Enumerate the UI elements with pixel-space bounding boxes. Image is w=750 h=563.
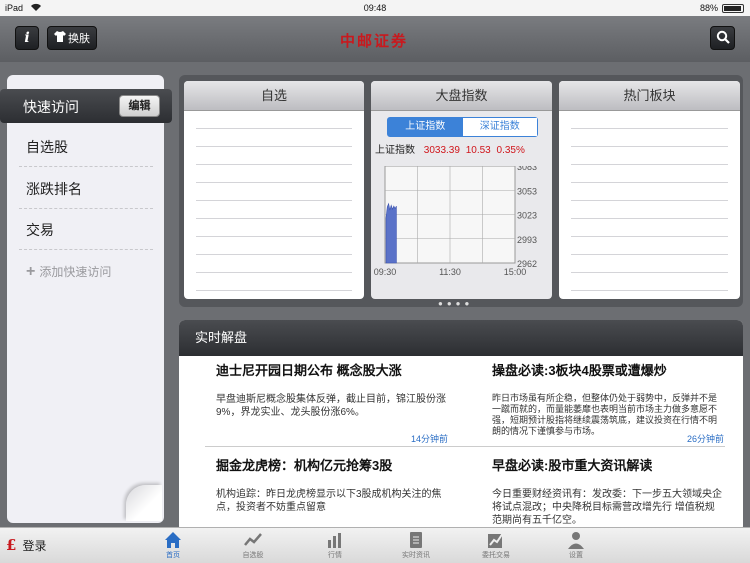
watchlist-card[interactable]: 自选 bbox=[184, 81, 364, 299]
index-card: 大盘指数 上证指数 深证指数 上证指数 3033.39 10.53 0.35% … bbox=[371, 81, 552, 299]
login-label: 登录 bbox=[22, 538, 47, 553]
chart-series-area bbox=[385, 202, 397, 264]
tab-label: 委托交易 bbox=[482, 552, 510, 559]
info-icon: i bbox=[24, 30, 30, 46]
tab-trade[interactable]: 委托交易 bbox=[466, 530, 526, 562]
add-quick-access-button[interactable]: + 添加快速访问 bbox=[19, 252, 153, 292]
bar-chart-icon bbox=[305, 530, 365, 550]
hot-sectors-rows bbox=[571, 111, 728, 299]
tab-market[interactable]: 行情 bbox=[305, 530, 365, 562]
watchlist-card-title: 自选 bbox=[184, 81, 364, 111]
skin-label: 换肤 bbox=[68, 33, 90, 45]
login-button[interactable]: £ 登录 bbox=[6, 536, 46, 554]
home-icon bbox=[143, 530, 203, 550]
search-icon bbox=[716, 30, 730, 47]
chart-y-tick: 3023 bbox=[517, 211, 537, 221]
logo-icon: £ bbox=[6, 536, 17, 554]
tab-label: 行情 bbox=[328, 552, 342, 559]
quick-access-item-ranking[interactable]: 涨跌排名 bbox=[19, 169, 153, 209]
page-curl[interactable] bbox=[126, 485, 162, 521]
battery-percent: 88% bbox=[699, 3, 718, 13]
app-logo: 中邮证券 bbox=[339, 30, 409, 56]
chart-y-tick: 2993 bbox=[517, 235, 537, 245]
news-title: 迪士尼开园日期公布 概念股大涨 bbox=[216, 363, 402, 378]
bottom-tab-bar: £ 登录 首页 自选股 行情 实时资讯 委托交易 设置 bbox=[0, 527, 750, 563]
hot-sectors-card[interactable]: 热门板块 bbox=[559, 81, 740, 299]
tab-news[interactable]: 实时资讯 bbox=[386, 530, 446, 562]
news-time: 14分钟前 bbox=[410, 434, 448, 444]
index-quote: 上证指数 3033.39 10.53 0.35% bbox=[375, 141, 525, 156]
chart-x-tick: 11:30 bbox=[439, 267, 461, 277]
status-bar: iPad 09:48 88% bbox=[0, 0, 750, 16]
news-item[interactable]: 早盘必读:股市重大资讯解读 今日重要财经资讯有：发改委：下一步五大领域央企将试点… bbox=[492, 455, 724, 527]
index-card-title: 大盘指数 bbox=[371, 81, 552, 111]
news-summary: 昨日市场虽有所企稳，但整体仍处于弱势中，反弹并不是一蹴而就的，而量能萎靡也表明当… bbox=[492, 393, 718, 436]
index-name: 上证指数 bbox=[375, 145, 415, 156]
news-item[interactable]: 迪士尼开园日期公布 概念股大涨 早盘迪斯尼概念股集体反弹，截止目前，锦江股份涨9… bbox=[216, 360, 456, 419]
plus-icon: + bbox=[26, 263, 36, 280]
trade-chart-icon bbox=[466, 530, 526, 550]
index-change-pct: 0.35% bbox=[496, 145, 525, 156]
tab-shanghai-index[interactable]: 上证指数 bbox=[388, 118, 463, 136]
watchlist-rows bbox=[196, 111, 352, 299]
hot-sectors-card-title: 热门板块 bbox=[559, 81, 740, 111]
logo-text: 中邮证券 bbox=[339, 32, 408, 50]
search-button[interactable] bbox=[710, 26, 735, 50]
quick-access-panel: 快速访问 编辑 自选股 涨跌排名 交易 + 添加快速访问 bbox=[0, 75, 172, 523]
quick-access-header: 快速访问 编辑 bbox=[0, 89, 172, 123]
tab-shenzhen-index[interactable]: 深证指数 bbox=[462, 118, 537, 136]
index-chart[interactable]: 3083305330232993296209:30 11:30 15:00 bbox=[371, 166, 552, 286]
document-icon bbox=[386, 530, 446, 550]
news-divider bbox=[205, 446, 725, 447]
tab-label: 实时资讯 bbox=[402, 552, 430, 559]
chart-x-tick: 15:00 bbox=[504, 267, 527, 277]
news-time: 26分钟前 bbox=[686, 434, 724, 444]
news-title: 早盘必读:股市重大资讯解读 bbox=[492, 458, 653, 473]
page-indicator[interactable]: ●●●● bbox=[438, 299, 473, 308]
news-summary: 机构追踪：昨日龙虎榜显示以下3股成机构关注的焦点，投资者不妨重点留意 bbox=[216, 489, 442, 513]
add-quick-access-label: 添加快速访问 bbox=[39, 265, 112, 279]
tab-label: 自选股 bbox=[242, 552, 264, 559]
edit-button[interactable]: 编辑 bbox=[119, 95, 160, 117]
news-item[interactable]: 掘金龙虎榜：机构亿元抢筹3股 机构追踪：昨日龙虎榜显示以下3股成机构关注的焦点，… bbox=[216, 455, 456, 514]
top-bar: i 换肤 中邮证券 bbox=[0, 16, 750, 62]
index-segment: 上证指数 深证指数 bbox=[387, 117, 538, 137]
user-icon bbox=[546, 530, 606, 550]
quick-access-item-trade[interactable]: 交易 bbox=[19, 210, 153, 250]
tab-label: 设置 bbox=[569, 552, 583, 559]
tab-watchlist[interactable]: 自选股 bbox=[223, 530, 283, 562]
tab-label: 首页 bbox=[166, 552, 180, 559]
shirt-icon bbox=[54, 31, 66, 45]
tab-settings[interactable]: 设置 bbox=[546, 530, 606, 562]
battery-icon bbox=[722, 4, 744, 13]
chart-y-tick: 3083 bbox=[517, 166, 537, 172]
chart-y-tick: 3053 bbox=[517, 186, 537, 196]
quick-access-title: 快速访问 bbox=[23, 99, 79, 115]
news-item[interactable]: 操盘必读:3板块4股票或遭爆炒 昨日市场虽有所企稳，但整体仍处于弱势中，反弹并不… bbox=[492, 360, 724, 437]
trend-icon bbox=[223, 530, 283, 550]
news-summary: 早盘迪斯尼概念股集体反弹，截止目前，锦江股份涨9%，界龙实业、龙头股份涨6%。 bbox=[216, 394, 446, 418]
skin-button[interactable]: 换肤 bbox=[47, 26, 97, 50]
quick-access-item-watchlist[interactable]: 自选股 bbox=[19, 127, 153, 167]
clock: 09:48 bbox=[363, 3, 387, 13]
tab-home[interactable]: 首页 bbox=[143, 530, 203, 562]
news-panel-title: 实时解盘 bbox=[179, 320, 743, 356]
news-summary: 今日重要财经资讯有：发改委：下一步五大领域央企将试点混改；中央降税目标需营改增先… bbox=[492, 489, 722, 526]
news-title: 掘金龙虎榜：机构亿元抢筹3股 bbox=[216, 458, 393, 473]
chart-x-tick: 09:30 bbox=[374, 267, 397, 277]
index-change: 10.53 bbox=[465, 145, 491, 156]
info-button[interactable]: i bbox=[15, 26, 39, 50]
index-value: 3033.39 bbox=[423, 145, 460, 156]
news-title: 操盘必读:3板块4股票或遭爆炒 bbox=[492, 363, 667, 378]
